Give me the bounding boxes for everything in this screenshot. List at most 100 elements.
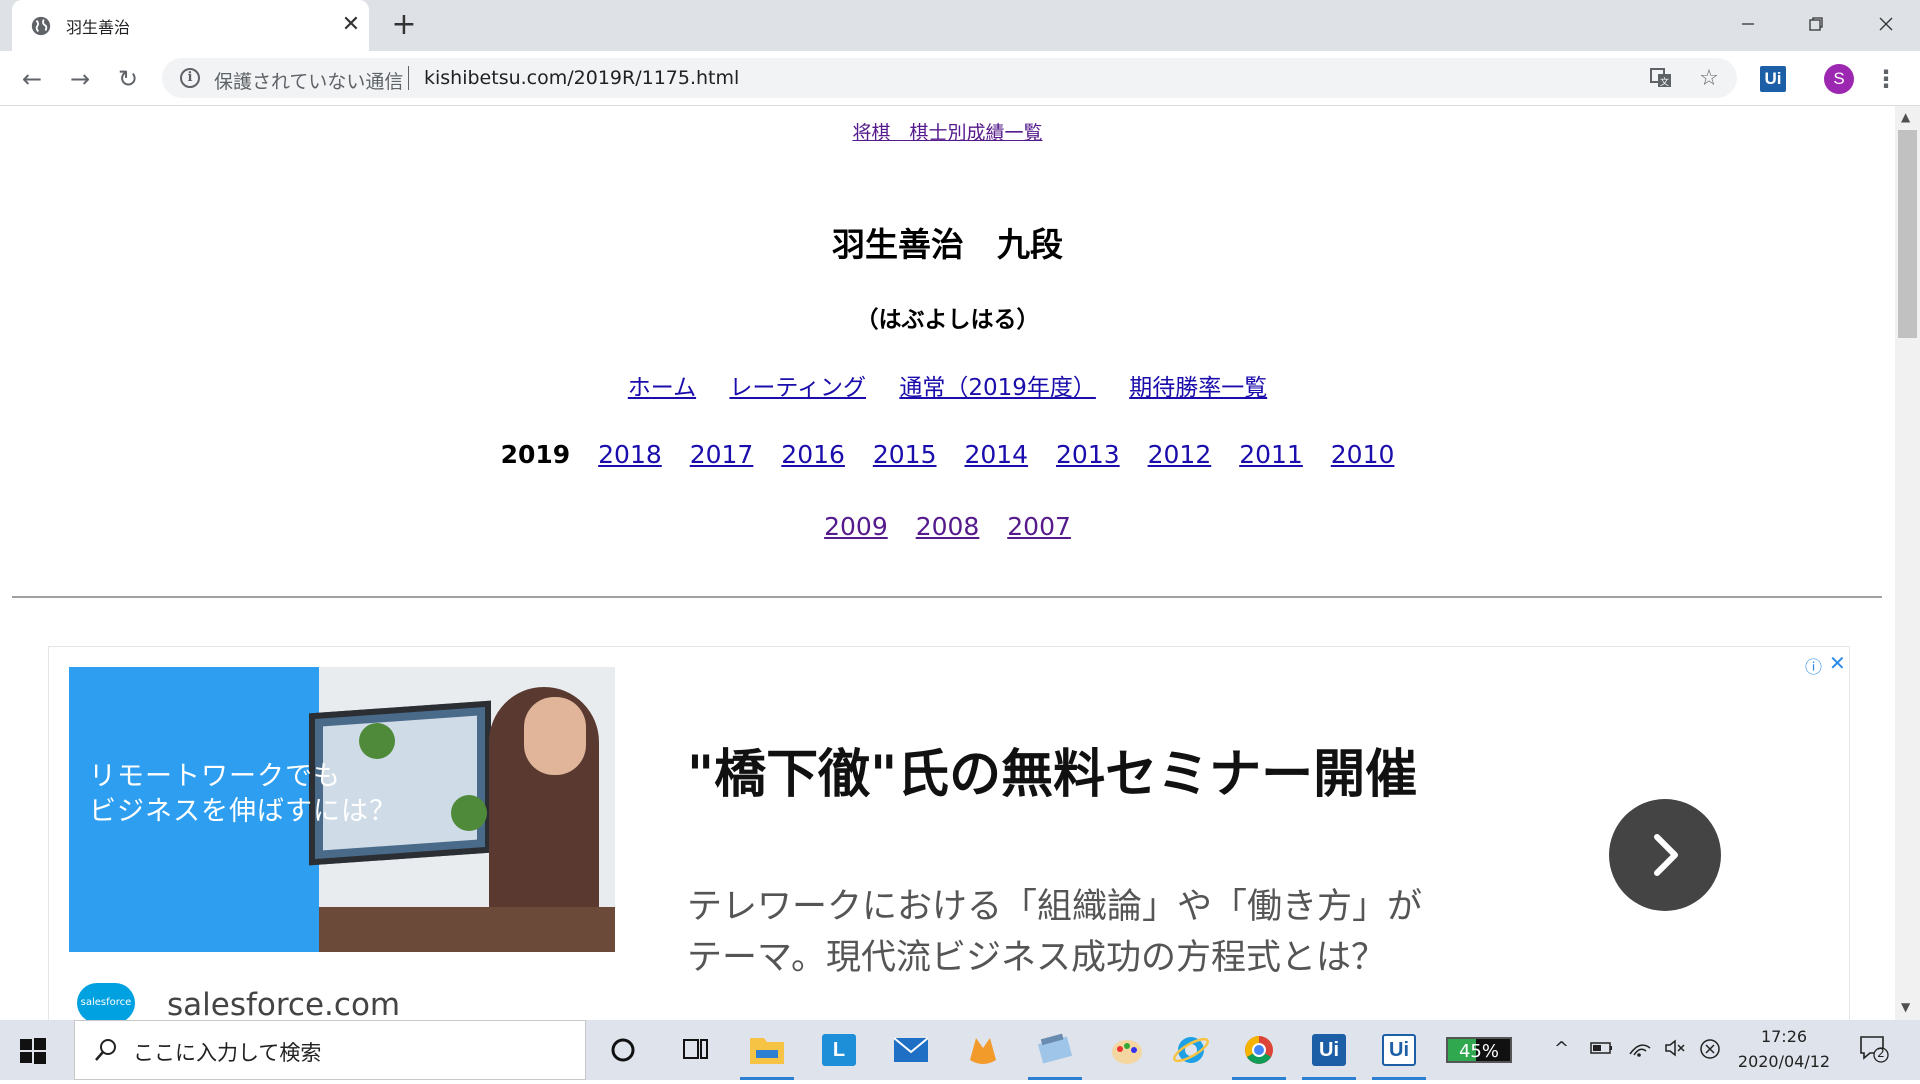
close-window-icon[interactable] [1856, 6, 1916, 40]
battery-icon[interactable] [1590, 1038, 1614, 1063]
advertisement[interactable]: リモートワークでも ビジネスを伸ばすには？ "橋下徹"氏の無料セミナー開催 テレ… [48, 646, 1850, 1020]
app-l-label: L [822, 1034, 856, 1066]
year-link[interactable]: 2009 [824, 512, 888, 541]
taskbar: ここに入力して検索 L Ui Ui 45% ^ 17:26 2020/04/12… [0, 1020, 1920, 1080]
clock-date[interactable]: 2020/04/12 [1728, 1052, 1840, 1071]
uipath-extension-icon[interactable]: Ui [1760, 66, 1786, 92]
ad-photo-face [524, 697, 586, 775]
year-link[interactable]: 2011 [1239, 440, 1303, 469]
ad-photo-desk [319, 907, 615, 952]
ad-image-caption-line: ビジネスを伸ばすには？ [89, 796, 397, 827]
ad-photo-plant [359, 723, 395, 759]
taskbar-search[interactable]: ここに入力して検索 [74, 1020, 586, 1080]
year-link[interactable]: 2013 [1056, 440, 1120, 469]
ad-image[interactable]: リモートワークでも ビジネスを伸ばすには？ [69, 667, 615, 952]
year-link[interactable]: 2018 [598, 440, 662, 469]
globe-icon [31, 16, 51, 36]
ad-next-button[interactable] [1609, 799, 1721, 911]
year-link[interactable]: 2015 [873, 440, 937, 469]
site-home-link[interactable]: 将棋 棋士別成績一覧 [852, 122, 1042, 144]
url-separator [408, 66, 409, 90]
nav-link-normal[interactable]: 通常（2019年度） [899, 375, 1096, 401]
tab-title: 羽生善治 [66, 18, 131, 37]
nav-link-expected-win-rate[interactable]: 期待勝率一覧 [1129, 375, 1267, 401]
year-link[interactable]: 2014 [964, 440, 1028, 469]
chevron-up-icon[interactable]: ^ [1554, 1038, 1569, 1059]
mail-icon[interactable] [880, 1020, 942, 1080]
year-link[interactable]: 2017 [690, 440, 754, 469]
site-link-row: 将棋 棋士別成績一覧 [0, 118, 1895, 145]
ad-body-line: テーマ。現代流ビジネス成功の方程式とは？ [687, 938, 1386, 978]
player-name: 羽生善治 九段 [832, 225, 1063, 264]
vertical-scrollbar[interactable]: ▲ ▼ [1895, 106, 1920, 1020]
salesforce-logo: salesforce [77, 983, 135, 1020]
year-link[interactable]: 2012 [1148, 440, 1212, 469]
ad-headline[interactable]: "橋下徹"氏の無料セミナー開催 [687, 732, 1417, 807]
ad-close-icon[interactable]: ✕ [1829, 651, 1846, 675]
uipath-label: Ui [1312, 1034, 1346, 1066]
windows-start-icon[interactable] [18, 1036, 48, 1066]
year-link[interactable]: 2007 [1007, 512, 1071, 541]
year-link[interactable]: 2016 [781, 440, 845, 469]
svg-text:文: 文 [1660, 76, 1669, 88]
adchoices-info-icon[interactable]: ⓘ [1805, 653, 1822, 678]
uipath-studio-icon[interactable]: Ui [1298, 1020, 1360, 1080]
notepad-app-icon[interactable] [1024, 1020, 1086, 1080]
battery-percent: 45% [1458, 1041, 1499, 1062]
minimize-icon[interactable] [1718, 6, 1778, 40]
app-l-icon[interactable]: L [808, 1020, 870, 1080]
forward-icon[interactable]: → [64, 63, 96, 95]
new-tab-icon[interactable]: + [388, 10, 420, 42]
status-x-icon[interactable] [1698, 1038, 1722, 1065]
fox-app-icon[interactable] [952, 1020, 1014, 1080]
back-icon[interactable]: ← [16, 63, 48, 95]
ad-image-caption: リモートワークでも ビジネスを伸ばすには？ [89, 759, 397, 829]
ad-body-line: テレワークにおける「組織論」や「働き方」が [687, 887, 1423, 927]
chrome-icon[interactable] [1228, 1020, 1290, 1080]
year-link[interactable]: 2010 [1331, 440, 1395, 469]
file-explorer-icon[interactable] [736, 1020, 798, 1080]
restore-icon[interactable] [1786, 6, 1846, 40]
ad-domain[interactable]: salesforce.com [167, 987, 400, 1020]
horizontal-divider [12, 596, 1882, 598]
task-view-icon[interactable] [664, 1020, 726, 1080]
scroll-down-icon[interactable]: ▼ [1901, 1000, 1910, 1014]
year-links-row-1: 2019 2018 2017 2016 2015 2014 2013 2012 … [0, 440, 1895, 469]
volume-muted-icon[interactable] [1664, 1038, 1688, 1063]
year-link[interactable]: 2008 [916, 512, 980, 541]
ad-photo-plant [451, 795, 487, 831]
nav-link-rating[interactable]: レーティング [729, 375, 866, 401]
profile-avatar[interactable]: S [1824, 64, 1854, 94]
cortana-icon[interactable] [592, 1020, 654, 1080]
current-year: 2019 [500, 440, 571, 469]
scroll-up-icon[interactable]: ▲ [1901, 110, 1910, 124]
page-nav: ホーム レーティング 通常（2019年度） 期待勝率一覧 [0, 368, 1895, 402]
ad-body: テレワークにおける「組織論」や「働き方」が テーマ。現代流ビジネス成功の方程式と… [687, 882, 1422, 984]
paint-icon[interactable] [1096, 1020, 1158, 1080]
page-viewport: 将棋 棋士別成績一覧 羽生善治 九段 （はぶよしはる） ホーム レーティング 通… [0, 106, 1895, 1020]
battery-widget[interactable]: 45% [1446, 1037, 1512, 1063]
scroll-thumb[interactable] [1898, 130, 1917, 338]
url-text[interactable]: kishibetsu.com/2019R/1175.html [424, 67, 739, 89]
info-icon[interactable]: i [180, 68, 200, 88]
tab-strip: 羽生善治 ✕ + [0, 0, 1920, 51]
address-bar[interactable]: i 保護されていない通信 kishibetsu.com/2019R/1175.h… [162, 58, 1737, 98]
menu-icon[interactable]: ⋮ [1874, 63, 1898, 95]
internet-explorer-icon[interactable] [1160, 1020, 1222, 1080]
uipath-label: Ui [1382, 1034, 1416, 1066]
action-center-icon[interactable]: 2 [1858, 1034, 1890, 1064]
browser-toolbar: ← → ↻ i 保護されていない通信 kishibetsu.com/2019R/… [0, 51, 1920, 106]
clock-time[interactable]: 17:26 [1740, 1027, 1828, 1046]
nav-link-home[interactable]: ホーム [628, 375, 696, 401]
bookmark-star-icon[interactable]: ☆ [1696, 66, 1722, 92]
wifi-icon[interactable] [1628, 1038, 1652, 1063]
reload-icon[interactable]: ↻ [112, 63, 144, 95]
search-placeholder: ここに入力して検索 [133, 1041, 322, 1065]
browser-tab[interactable]: 羽生善治 ✕ [12, 0, 369, 51]
uipath-robot-icon[interactable]: Ui [1368, 1020, 1430, 1080]
close-tab-icon[interactable]: ✕ [338, 12, 364, 38]
player-reading: （はぶよしはる） [855, 307, 1040, 333]
notification-count: 2 [1877, 1046, 1885, 1060]
security-label[interactable]: 保護されていない通信 [214, 67, 403, 94]
translate-icon[interactable]: 文 [1648, 66, 1674, 92]
